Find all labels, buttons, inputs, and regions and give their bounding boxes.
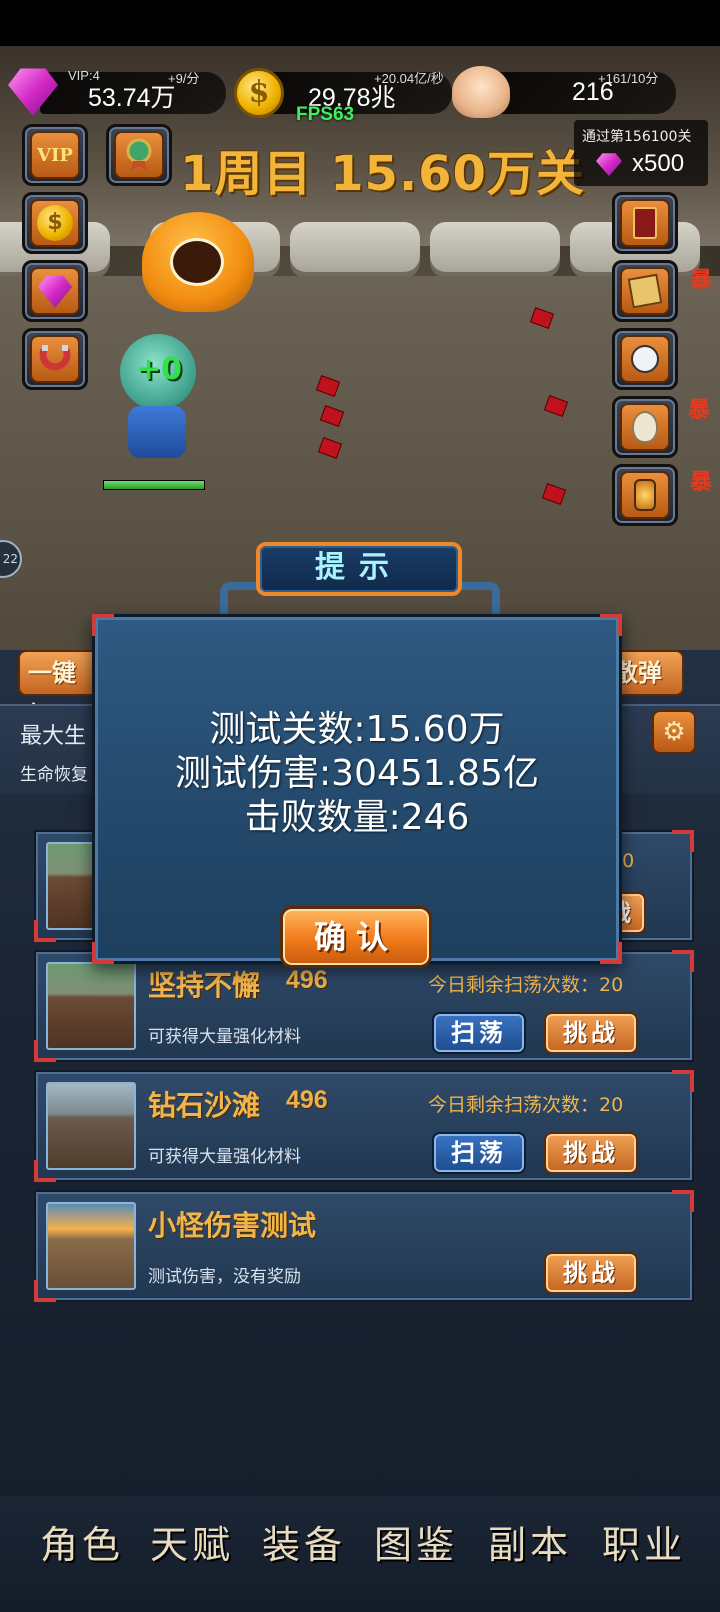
dungeon-row: 小怪伤害测试 测试伤害，没有奖励 挑战: [34, 1190, 694, 1302]
frame-corner: [600, 942, 622, 964]
challenge-button[interactable]: 挑战: [544, 1012, 638, 1054]
dungeon-thumbnail: [46, 1202, 136, 1290]
gear-icon[interactable]: ⚙: [652, 710, 696, 754]
dungeon-thumbnail: [46, 1082, 136, 1170]
crit-text: 暴: [690, 268, 713, 293]
hero-character: +0: [106, 334, 206, 474]
robot-button[interactable]: [612, 328, 678, 390]
frame-corner: [34, 1280, 56, 1302]
robot-icon: [620, 335, 670, 383]
skull-count: 216: [572, 78, 614, 106]
frame-corner: [672, 1070, 694, 1092]
sweep-button[interactable]: 扫荡: [432, 1132, 526, 1174]
dungeon-level: 496: [286, 966, 328, 994]
frame-corner: [34, 920, 56, 942]
stone-block: [430, 222, 560, 272]
crit-text: 暴: [688, 398, 711, 423]
nav-codex[interactable]: 图鉴: [374, 1514, 458, 1569]
card-button[interactable]: [612, 192, 678, 254]
dungeon-name: 坚持不懈: [148, 969, 261, 1002]
gem-shop-button[interactable]: [22, 260, 88, 322]
gem-icon: [38, 275, 72, 308]
nav-character[interactable]: 角色: [40, 1514, 124, 1569]
skull-resource: +161/10分 216: [484, 71, 676, 114]
vip-icon: VIP: [30, 131, 80, 179]
frame-corner: [672, 950, 694, 972]
coin-icon: $: [37, 205, 73, 241]
gem-count: 53.74万: [88, 84, 176, 112]
confirm-button[interactable]: 确认: [280, 906, 432, 968]
skull-icon: [452, 66, 510, 118]
nav-equipment[interactable]: 装备: [262, 1514, 346, 1569]
hero-body: [128, 406, 186, 458]
frame-corner: [34, 1040, 56, 1062]
sweep-button[interactable]: 扫荡: [432, 1012, 526, 1054]
dungeon-description: 可获得大量强化材料: [148, 1147, 301, 1167]
dungeon-description: 测试伤害，没有奖励: [148, 1267, 301, 1287]
dialog-title: 提示: [256, 542, 462, 596]
dungeon-name: 钻石沙滩: [148, 1089, 261, 1122]
lantern-button[interactable]: [612, 464, 678, 526]
nav-class[interactable]: 职业: [602, 1514, 686, 1569]
hero-hp-fill: [104, 481, 204, 489]
egg-icon: [620, 403, 670, 451]
hero-hp-bar: [103, 480, 205, 490]
damage-popup: +0: [136, 352, 183, 387]
pass-reward-label: 通过第156100关: [582, 129, 692, 145]
monster-mouth: [170, 238, 224, 286]
nav-dungeon[interactable]: 副本: [488, 1514, 572, 1569]
gem-icon: [596, 153, 622, 176]
coin-icon: $: [234, 68, 284, 118]
resource-bar: VIP:4 +9/分 53.74万 +20.04亿/秒 29.78兆 $ +16…: [0, 60, 720, 118]
dungeon-thumbnail: [46, 962, 136, 1050]
frame-corner: [672, 1190, 694, 1212]
pass-reward: 通过第156100关 x500: [574, 120, 708, 186]
sweep-remaining: 今日剩余扫荡次数：20: [428, 974, 624, 996]
cards-icon: [620, 267, 670, 315]
egg-button[interactable]: [612, 396, 678, 458]
frame-corner: [600, 614, 622, 636]
coin-shop-icon: $: [30, 199, 80, 247]
magnet-button[interactable]: [22, 328, 88, 390]
pumpkin-monster: [142, 212, 254, 312]
medal-button[interactable]: [106, 124, 172, 186]
sweep-remaining: 今日剩余扫荡次数：20: [428, 1094, 624, 1116]
bottom-nav: 角色 天赋 装备 图鉴 副本 职业: [0, 1496, 720, 1612]
vip-button[interactable]: VIP: [22, 124, 88, 186]
gem-shop-icon: [30, 267, 80, 315]
kill-count: 击败数量:246: [244, 797, 470, 838]
dungeon-name: 小怪伤害测试: [148, 1209, 317, 1242]
dungeon-row: 钻石沙滩 496 可获得大量强化材料 今日剩余扫荡次数：20 扫荡 挑战: [34, 1070, 694, 1182]
cards-button[interactable]: [612, 260, 678, 322]
dungeon-description: 可获得大量强化材料: [148, 1027, 301, 1047]
stone-block: [290, 222, 420, 272]
stage-title: 1周目 15.60万关: [180, 146, 585, 202]
nav-talent[interactable]: 天赋: [150, 1514, 234, 1569]
frame-corner: [92, 614, 114, 636]
card-icon: [620, 199, 670, 247]
crit-text: 暴: [690, 470, 713, 495]
coin-shop-button[interactable]: $: [22, 192, 88, 254]
fps-counter: FPS63: [296, 104, 355, 125]
medal-icon: [114, 131, 164, 179]
challenge-button[interactable]: 挑战: [544, 1132, 638, 1174]
frame-corner: [92, 942, 114, 964]
gem-resource: VIP:4 +9/分 53.74万: [40, 68, 226, 114]
magnet-icon: [30, 335, 80, 383]
lantern-icon: [620, 471, 670, 519]
challenge-button[interactable]: 挑战: [544, 1252, 638, 1294]
pass-reward-count: x500: [632, 150, 685, 177]
dungeon-level: 496: [286, 1086, 328, 1114]
regen-label: 生命恢复: [20, 765, 88, 785]
frame-corner: [34, 1160, 56, 1182]
frame-corner: [672, 830, 694, 852]
max-hp-label: 最大生: [20, 724, 87, 749]
